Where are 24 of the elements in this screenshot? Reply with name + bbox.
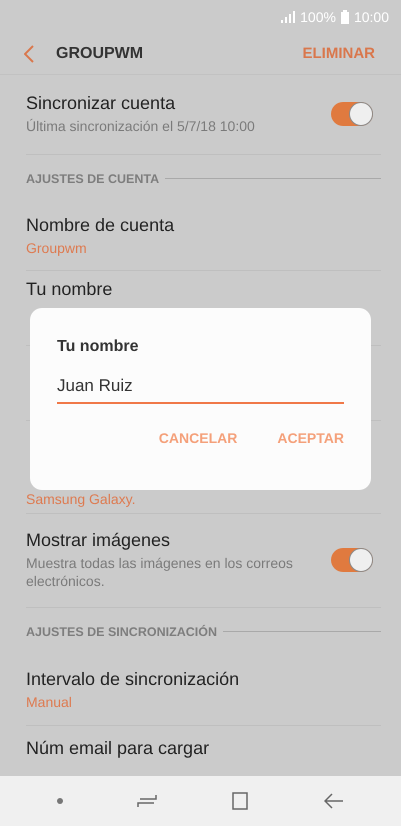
- name-input[interactable]: Juan Ruiz: [57, 372, 344, 404]
- recent-apps-icon[interactable]: [137, 794, 158, 808]
- back-icon[interactable]: [324, 792, 344, 809]
- setting-title[interactable]: Intervalo de sincronización: [26, 669, 381, 690]
- toggle-switch[interactable]: [331, 548, 373, 572]
- section-header: AJUSTES DE SINCRONIZACIÓN: [26, 624, 217, 639]
- setting-title[interactable]: Mostrar imágenes: [26, 530, 321, 552]
- setting-summary: Samsung Galaxy.: [26, 490, 136, 508]
- toggle-switch[interactable]: [331, 102, 373, 126]
- home-icon[interactable]: [232, 792, 250, 810]
- setting-title[interactable]: Tu nombre: [26, 278, 381, 300]
- dialog-title: Tu nombre: [57, 338, 140, 356]
- setting-title[interactable]: Nombre de cuenta: [26, 215, 381, 236]
- setting-summary: Muestra todas las imágenes en los correos electrónicos.: [26, 554, 294, 590]
- setting-summary: Manual: [26, 693, 73, 712]
- section-header: AJUSTES DE CUENTA: [26, 172, 160, 186]
- battery-icon: [340, 10, 349, 24]
- setting-title[interactable]: Núm email para cargar: [26, 738, 381, 759]
- setting-title[interactable]: Sincronizar cuenta: [26, 93, 321, 114]
- signal-icon: [281, 10, 296, 23]
- setting-summary: Groupwm: [26, 239, 88, 258]
- screen-title: GROUPWM: [56, 44, 144, 63]
- setting-summary: Última sincronización el 5/7/18 10:00: [26, 117, 256, 136]
- dot-icon[interactable]: [57, 798, 64, 804]
